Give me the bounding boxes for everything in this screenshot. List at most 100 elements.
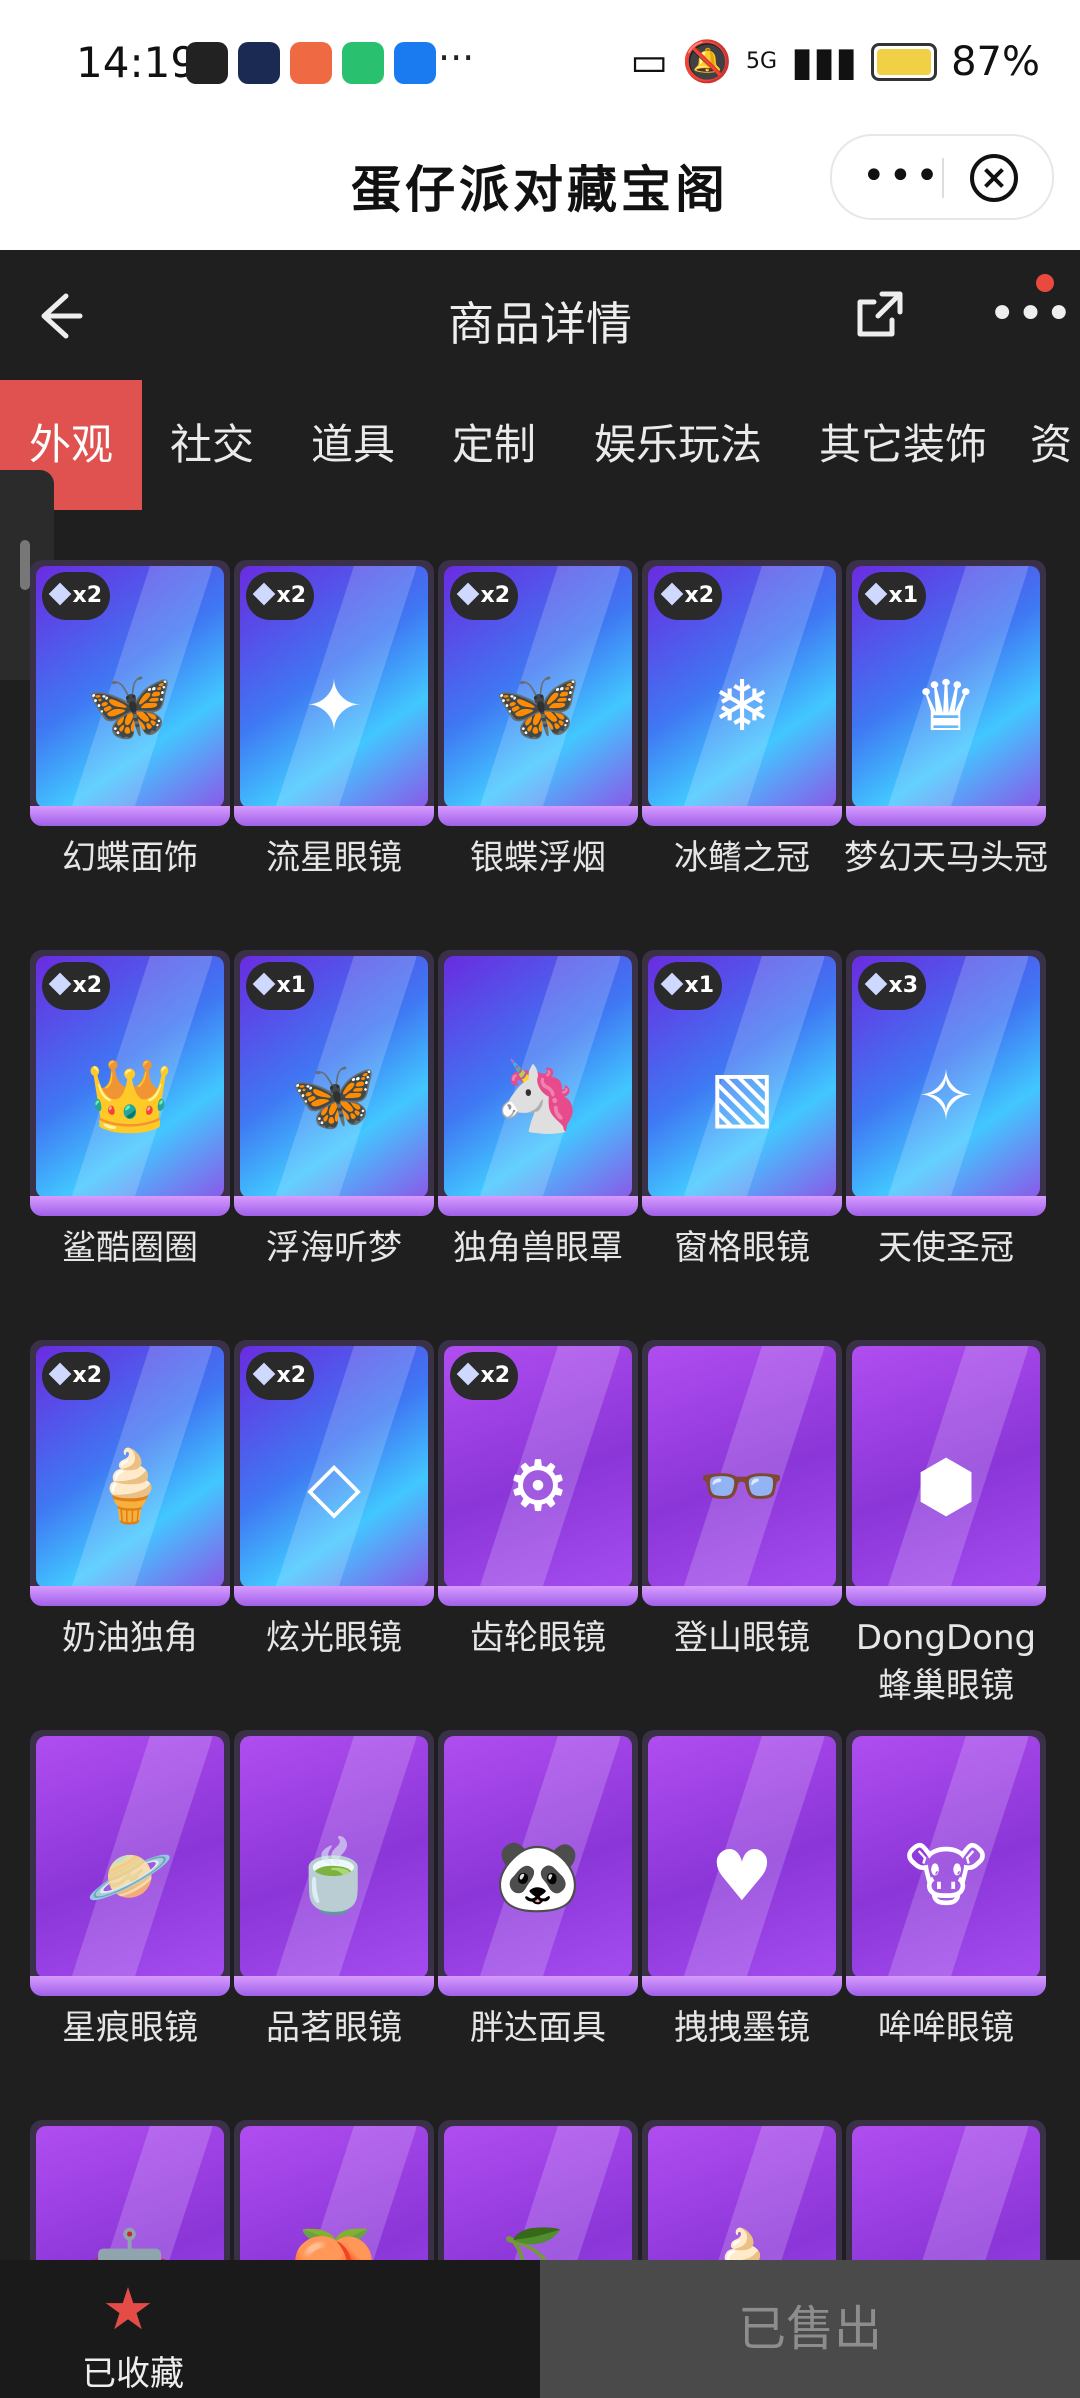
more-notifications: ··· <box>438 36 475 80</box>
item-image: 🍵 <box>240 1736 428 1978</box>
item-image: 🍑 <box>240 2126 428 2260</box>
display-base <box>438 1196 638 1216</box>
item-art: ◇ <box>307 1445 361 1528</box>
item-card[interactable]: 👓 <box>642 1340 842 1606</box>
tab-custom[interactable]: 定制 <box>424 380 564 510</box>
item-card[interactable]: ☁ <box>846 2120 1046 2260</box>
miniapp-header: 蛋仔派对藏宝阁 ••• <box>0 124 1080 250</box>
display-base <box>30 1196 230 1216</box>
quantity-badge: x2 <box>450 572 518 620</box>
item-art: 🐮 <box>904 1835 988 1918</box>
item-card[interactable]: ❄ x2 <box>642 560 842 826</box>
item-art: ☁ <box>911 2231 981 2260</box>
item-card[interactable]: ✧ x3 <box>846 950 1046 1216</box>
item-art: ❄ <box>712 665 772 748</box>
miniapp-capsule: ••• <box>830 134 1054 220</box>
item-card[interactable]: 🤖 <box>30 2120 230 2260</box>
network-label: 5G <box>746 49 778 74</box>
item-card[interactable]: 🦋 x2 <box>30 560 230 826</box>
item-art: 🍦 <box>86 1445 174 1528</box>
item-card[interactable]: 🦋 x1 <box>234 950 434 1216</box>
item-card[interactable]: ◇ x2 <box>234 1340 434 1606</box>
item-card[interactable]: 🍦 x2 <box>30 1340 230 1606</box>
item-card[interactable]: ♥ <box>642 1730 842 1996</box>
item-name: 星痕眼镜 <box>62 2008 198 2048</box>
item-card[interactable]: 🦋 x2 <box>438 560 638 826</box>
quantity-badge: x2 <box>42 1352 110 1400</box>
display-base <box>642 1586 842 1606</box>
more-icon[interactable]: ••• <box>862 156 942 196</box>
item-name: 梦幻天马头冠 <box>844 838 1048 878</box>
close-icon[interactable] <box>970 154 1018 202</box>
display-base <box>30 1976 230 1996</box>
item-art: 🍑 <box>290 2231 377 2260</box>
display-base <box>30 1586 230 1606</box>
item-art: 🦋 <box>86 665 174 748</box>
tab-other-decor[interactable]: 其它装饰 <box>800 380 1006 510</box>
quantity-badge: x2 <box>450 1352 518 1400</box>
item-image: 🐮 <box>852 1736 1040 1978</box>
item-image: ☁ <box>852 2126 1040 2260</box>
quantity-badge: x3 <box>858 962 926 1010</box>
item-name: DongDong蜂巢眼镜 <box>855 1618 1037 1706</box>
item-art: 👑 <box>86 1055 174 1138</box>
tab-props[interactable]: 道具 <box>282 380 424 510</box>
item-card[interactable]: ⬢ <box>846 1340 1046 1606</box>
item-art: 👓 <box>698 1445 786 1528</box>
item-card[interactable]: ⚙ x2 <box>438 1340 638 1606</box>
item-art: ♥ <box>710 1835 774 1918</box>
display-base <box>234 1976 434 1996</box>
item-card[interactable]: ▧ x1 <box>642 950 842 1216</box>
item-image: 👓 <box>648 1346 836 1588</box>
item-art: 🍵 <box>290 1835 378 1918</box>
item-art: 🦄 <box>494 1055 582 1138</box>
quantity-badge: x1 <box>654 962 722 1010</box>
item-name: 幻蝶面饰 <box>62 838 198 878</box>
dashen-icon <box>238 42 280 84</box>
page-title: 商品详情 <box>448 297 632 351</box>
mute-icon: 🔕 <box>682 39 732 85</box>
item-name: 冰鳍之冠 <box>674 838 810 878</box>
item-card[interactable]: 🍦 <box>642 2120 842 2260</box>
item-art: 🦋 <box>494 665 582 748</box>
item-image: 🦄 <box>444 956 632 1198</box>
item-card[interactable]: ♛ x1 <box>846 560 1046 826</box>
item-card[interactable]: 🍑 <box>234 2120 434 2260</box>
tab-social[interactable]: 社交 <box>142 380 282 510</box>
item-card[interactable]: 🪐 <box>30 1730 230 1996</box>
item-card[interactable]: 🐮 <box>846 1730 1046 1996</box>
quantity-badge: x2 <box>42 962 110 1010</box>
quantity-badge: x2 <box>654 572 722 620</box>
alipay-icon <box>394 42 436 84</box>
item-card[interactable]: 🍒 <box>438 2120 638 2260</box>
favorite-button[interactable]: ★ 已收藏 <box>0 2260 540 2398</box>
system-indicators: ▭ 🔕 5G ▮▮▮ 87% <box>630 38 1040 86</box>
item-name: 哞哞眼镜 <box>878 2008 1014 2048</box>
item-name: 拽拽墨镜 <box>674 2008 810 2048</box>
display-base <box>438 806 638 826</box>
item-art: ✧ <box>916 1055 976 1138</box>
display-base <box>234 806 434 826</box>
share-icon[interactable] <box>852 286 908 342</box>
item-card[interactable]: ✦ x2 <box>234 560 434 826</box>
item-card[interactable]: 🍵 <box>234 1730 434 1996</box>
display-base <box>234 1196 434 1216</box>
item-art: 🤖 <box>86 2231 173 2260</box>
display-base <box>642 1976 842 1996</box>
item-card[interactable]: 🦄 <box>438 950 638 1216</box>
item-image: ♥ <box>648 1736 836 1978</box>
item-art: 🪐 <box>86 1835 174 1918</box>
item-name: 胖达面具 <box>470 2008 606 2048</box>
item-art: ⚙ <box>506 1445 570 1528</box>
tab-more[interactable]: 资 <box>1030 380 1080 510</box>
item-card[interactable]: 👑 x2 <box>30 950 230 1216</box>
display-base <box>234 1586 434 1606</box>
display-base <box>642 1196 842 1216</box>
play-icon <box>342 42 384 84</box>
quantity-badge: x1 <box>858 572 926 620</box>
menu-icon[interactable]: ••• <box>988 290 1073 338</box>
item-card[interactable]: 🐼 <box>438 1730 638 1996</box>
tab-entertainment[interactable]: 娱乐玩法 <box>576 380 780 510</box>
item-art: 🍦 <box>698 2231 785 2260</box>
display-base <box>846 1976 1046 1996</box>
